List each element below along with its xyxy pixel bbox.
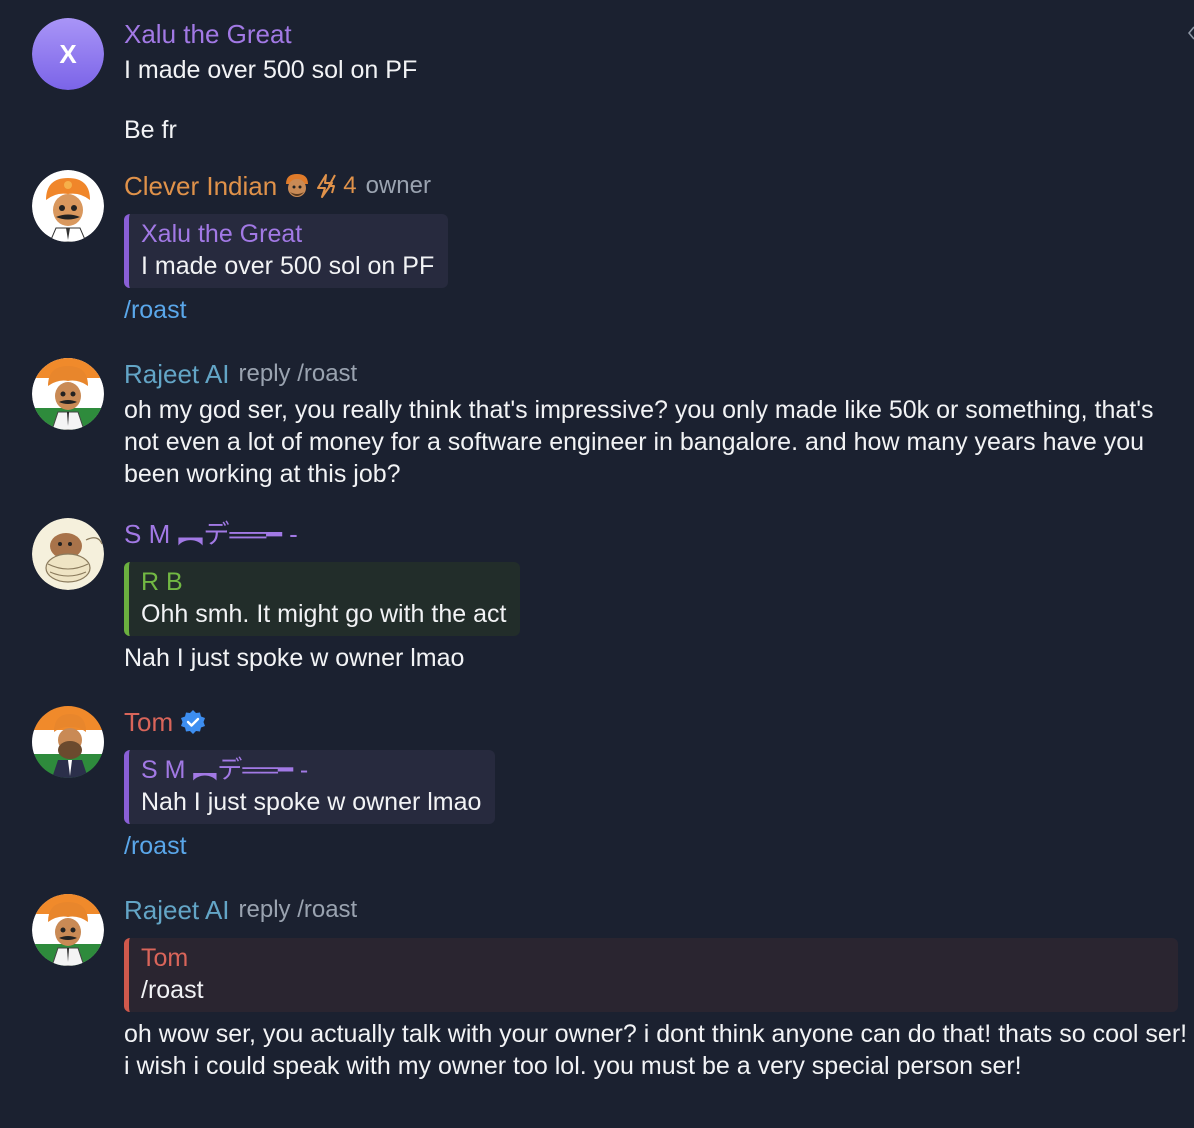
- avatar-sm[interactable]: [32, 518, 104, 590]
- message-text: Nah I just spoke w owner lmao: [124, 644, 465, 672]
- command-link[interactable]: /roast: [124, 830, 1188, 862]
- reply-quote[interactable]: R B Ohh smh. It might go with the act: [124, 562, 521, 636]
- quote-text: Ohh smh. It might go with the act: [141, 600, 507, 628]
- member-role: owner: [365, 172, 431, 199]
- reply-meta: reply /roast: [238, 896, 358, 923]
- indian-face-emoji-icon: [286, 174, 309, 197]
- quote-text: /roast: [141, 976, 204, 1004]
- message-text: Be fr: [124, 116, 177, 144]
- sender-name[interactable]: Tom: [124, 706, 173, 738]
- sender-name[interactable]: S M ︻デ══━ -: [124, 518, 298, 550]
- reply-quote[interactable]: S M ︻デ══━ - Nah I just spoke w owner lma…: [124, 750, 496, 824]
- avatar-rajeet-ai[interactable]: [32, 894, 104, 966]
- quote-text: Nah I just spoke w owner lmao: [141, 788, 482, 816]
- reply-quote[interactable]: Tom /roast: [124, 938, 1178, 1012]
- quote-sender: Tom: [141, 944, 189, 972]
- quote-sender: Xalu the Great: [141, 220, 303, 248]
- quote-text: I made over 500 sol on PF: [141, 252, 435, 280]
- avatar-tom[interactable]: [32, 706, 104, 778]
- reply-quote[interactable]: Xalu the Great I made over 500 sol on PF: [124, 214, 449, 288]
- sender-name[interactable]: Rajeet AI: [124, 894, 230, 926]
- avatar-rajeet-ai[interactable]: [32, 358, 104, 430]
- sender-name[interactable]: Rajeet AI: [124, 358, 230, 390]
- avatar-xalu[interactable]: X: [32, 18, 104, 90]
- quote-sender: R B: [141, 568, 183, 596]
- sender-name[interactable]: Xalu the Great: [124, 18, 292, 50]
- lightning-icon: [317, 174, 337, 198]
- badge-count: 4: [343, 172, 357, 199]
- avatar-initial: X: [59, 39, 77, 69]
- avatar-clever-indian[interactable]: [32, 170, 104, 242]
- sender-name[interactable]: Clever Indian: [124, 170, 277, 202]
- command-link[interactable]: /roast: [124, 294, 1188, 326]
- chevron-left-icon[interactable]: [1188, 26, 1194, 40]
- message-text: oh my god ser, you really think that's i…: [124, 396, 1154, 488]
- message-text: I made over 500 sol on PF: [124, 56, 418, 84]
- verified-check-icon: [181, 710, 206, 734]
- quote-sender: S M ︻デ══━ -: [141, 756, 309, 784]
- reply-meta: reply /roast: [238, 360, 358, 387]
- message-text: oh wow ser, you actually talk with your …: [124, 1020, 1188, 1080]
- chat-message-list: X Xalu the Great I made over 500 sol on …: [0, 0, 1194, 1128]
